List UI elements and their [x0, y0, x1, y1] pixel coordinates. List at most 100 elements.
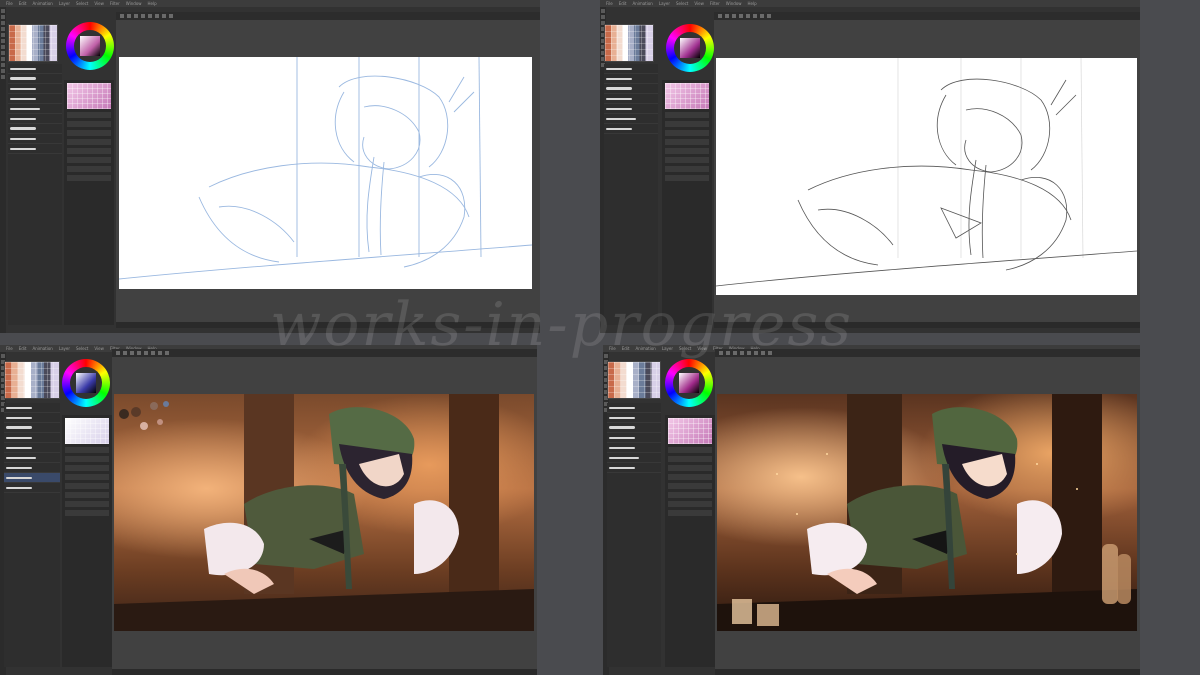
- menu-file[interactable]: File: [606, 0, 613, 7]
- menu-filter[interactable]: Filter: [710, 0, 720, 7]
- menu-select[interactable]: Select: [676, 0, 688, 7]
- brush-item[interactable]: [4, 463, 60, 473]
- color-set-palette[interactable]: [604, 24, 654, 62]
- app-window-sketch: File Edit Animation Layer Select View Fi…: [0, 0, 540, 333]
- brush-item[interactable]: [8, 134, 62, 144]
- menu-help[interactable]: Help: [748, 0, 757, 7]
- canvas-workspace: [715, 349, 1140, 675]
- app-window-final-render: File Edit Animation Layer Select View Fi…: [603, 345, 1140, 675]
- brush-item[interactable]: [4, 413, 60, 423]
- menu-animation[interactable]: Animation: [32, 345, 52, 352]
- brush-item[interactable]: [607, 433, 661, 443]
- menu-view[interactable]: View: [94, 0, 104, 7]
- menu-filter[interactable]: Filter: [110, 0, 120, 7]
- menu-layer[interactable]: Layer: [59, 0, 70, 7]
- menu-window[interactable]: Window: [726, 0, 742, 7]
- brush-item[interactable]: [8, 144, 62, 154]
- color-wheel[interactable]: [62, 359, 110, 407]
- menu-view[interactable]: View: [694, 0, 704, 7]
- canvas-workspace: [714, 12, 1140, 328]
- canvas-toolbar[interactable]: [714, 12, 1140, 20]
- brush-item[interactable]: [8, 94, 62, 104]
- approximate-color-grid[interactable]: [668, 418, 712, 444]
- canvas-final-render[interactable]: [717, 394, 1137, 631]
- brush-item[interactable]: [4, 483, 60, 493]
- brush-list-panel: [4, 403, 60, 667]
- canvas-lineart[interactable]: [716, 58, 1137, 295]
- color-square[interactable]: [679, 373, 699, 393]
- brush-item[interactable]: [607, 403, 661, 413]
- color-wheel[interactable]: [66, 22, 114, 70]
- flat-color-drawing: [114, 401, 534, 631]
- brush-list-panel: [8, 64, 62, 325]
- canvas-workspace: [112, 349, 537, 675]
- brush-item[interactable]: [8, 124, 62, 134]
- color-set-palette[interactable]: [8, 24, 58, 62]
- canvas-sketch[interactable]: [119, 57, 532, 289]
- tool-property-panel: [64, 80, 114, 325]
- brush-list-panel: [607, 403, 661, 667]
- tool-strip[interactable]: [0, 7, 6, 333]
- menu-bar: File Edit Animation Layer Select View Fi…: [600, 0, 1140, 7]
- menu-select[interactable]: Select: [76, 345, 88, 352]
- tool-property-panel: [665, 415, 715, 667]
- approximate-color-grid[interactable]: [67, 83, 111, 109]
- brush-item[interactable]: [604, 84, 658, 94]
- color-square[interactable]: [76, 373, 96, 393]
- approximate-color-grid[interactable]: [65, 418, 109, 444]
- final-render-drawing: [717, 407, 1137, 631]
- brush-item[interactable]: [607, 443, 661, 453]
- brush-item[interactable]: [4, 423, 60, 433]
- brush-list-panel: [604, 64, 658, 325]
- menu-layer[interactable]: Layer: [59, 345, 70, 352]
- menu-file[interactable]: File: [6, 0, 13, 7]
- tool-property-panel: [62, 415, 112, 667]
- menu-layer[interactable]: Layer: [659, 0, 670, 7]
- brush-item[interactable]: [4, 443, 60, 453]
- color-set-palette[interactable]: [4, 361, 60, 399]
- status-bar: [112, 669, 537, 675]
- brush-item[interactable]: [604, 104, 658, 114]
- menu-edit[interactable]: Edit: [19, 0, 27, 7]
- brush-item[interactable]: [607, 463, 661, 473]
- brush-item[interactable]: [8, 84, 62, 94]
- color-square[interactable]: [80, 36, 100, 56]
- menu-help[interactable]: Help: [148, 0, 157, 7]
- menu-animation[interactable]: Animation: [632, 0, 652, 7]
- brush-item[interactable]: [8, 104, 62, 114]
- tool-property-panel: [662, 80, 712, 325]
- brush-item[interactable]: [8, 74, 62, 84]
- canvas-flat-color[interactable]: [114, 394, 534, 631]
- brush-item[interactable]: [604, 94, 658, 104]
- color-wheel[interactable]: [665, 359, 713, 407]
- brush-item[interactable]: [4, 433, 60, 443]
- brush-item[interactable]: [607, 413, 661, 423]
- menu-edit[interactable]: Edit: [619, 0, 627, 7]
- lineart-drawing: [716, 58, 1137, 287]
- menu-window[interactable]: Window: [126, 0, 142, 7]
- brush-item[interactable]: [8, 114, 62, 124]
- menu-edit[interactable]: Edit: [19, 345, 27, 352]
- sketch-drawing: [119, 57, 532, 280]
- brush-item[interactable]: [604, 64, 658, 74]
- watermark-text: works-in-progress: [270, 290, 854, 360]
- brush-item[interactable]: [604, 74, 658, 84]
- approximate-color-grid[interactable]: [665, 83, 709, 109]
- brush-item[interactable]: [607, 453, 661, 463]
- brush-item[interactable]: [4, 403, 60, 413]
- color-square[interactable]: [680, 38, 700, 58]
- menu-animation[interactable]: Animation: [32, 0, 52, 7]
- color-wheel[interactable]: [666, 24, 714, 72]
- brush-item[interactable]: [604, 114, 658, 124]
- menu-view[interactable]: View: [94, 345, 104, 352]
- app-window-flat-color: File Edit Animation Layer Select View Fi…: [0, 345, 537, 675]
- brush-item[interactable]: [4, 473, 60, 483]
- brush-item[interactable]: [604, 124, 658, 134]
- menu-select[interactable]: Select: [76, 0, 88, 7]
- brush-item[interactable]: [4, 453, 60, 463]
- menu-file[interactable]: File: [6, 345, 13, 352]
- brush-item[interactable]: [607, 423, 661, 433]
- color-set-palette[interactable]: [607, 361, 661, 399]
- brush-item[interactable]: [8, 64, 62, 74]
- canvas-toolbar[interactable]: [116, 12, 540, 20]
